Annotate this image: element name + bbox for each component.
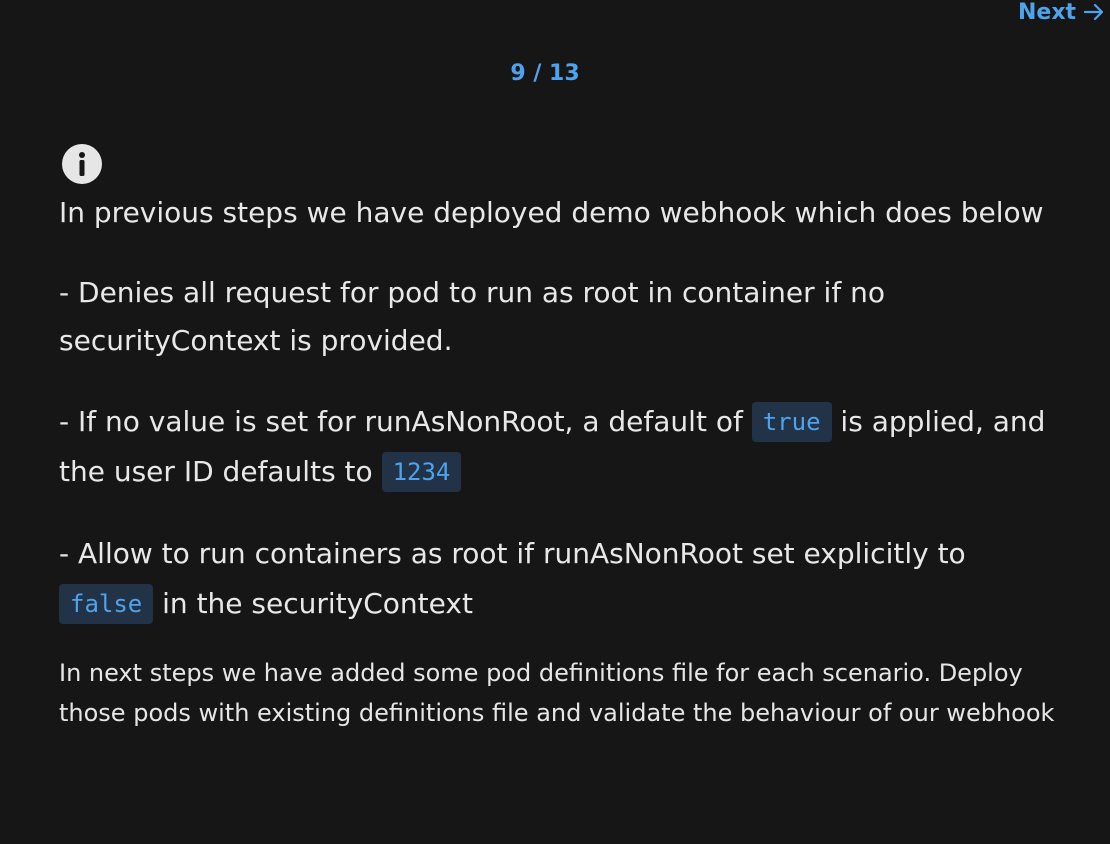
next-steps-note: In next steps we have added some pod def… xyxy=(59,659,1055,727)
info-icon xyxy=(62,144,102,184)
code-true: true xyxy=(751,402,832,442)
arrow-right-icon xyxy=(1083,3,1104,21)
point-allow-text-2: in the securityContext xyxy=(162,587,473,620)
intro-text: In previous steps we have deployed demo … xyxy=(59,196,1044,229)
step-content: In previous steps we have deployed demo … xyxy=(59,189,1059,733)
code-false: false xyxy=(59,584,154,624)
point-default-nonroot: - If no value is set for runAsNonRoot, a… xyxy=(59,397,1059,497)
next-button[interactable]: Next xyxy=(1018,0,1106,25)
point-allow-root: - Allow to run containers as root if run… xyxy=(59,529,1059,629)
code-user-id: 1234 xyxy=(381,452,462,492)
next-button-label: Next xyxy=(1018,0,1077,25)
point-default-text-1: - If no value is set for runAsNonRoot, a… xyxy=(59,405,743,438)
point-allow-text-1: - Allow to run containers as root if run… xyxy=(59,537,966,570)
step-counter: 9 / 13 xyxy=(510,61,580,86)
point-deny-root: - Denies all request for pod to run as r… xyxy=(59,269,1059,365)
point-deny-root-text: - Denies all request for pod to run as r… xyxy=(59,276,885,357)
